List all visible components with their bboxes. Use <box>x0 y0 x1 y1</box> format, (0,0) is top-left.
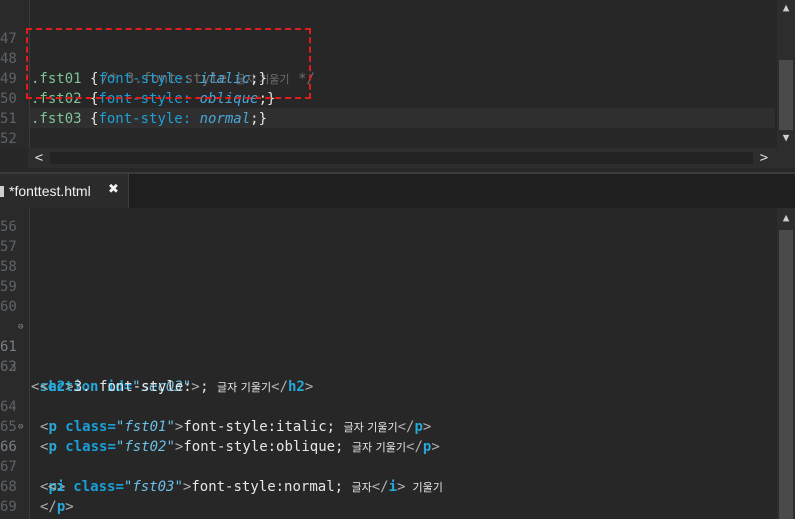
scroll-down-arrow-icon[interactable]: ▼ <box>777 130 795 146</box>
tab-label: *fonttest.html <box>9 183 91 199</box>
gutter-strip <box>0 148 28 172</box>
tag-bracket: </ <box>40 499 57 515</box>
css-value: normal <box>199 111 251 127</box>
brace: ;} <box>258 91 276 107</box>
code-line[interactable]: 64 <p class="fst01">font-style:italic; 글… <box>0 377 775 435</box>
brace: ;} <box>250 111 268 127</box>
code-line[interactable]: 69 </section> <box>0 477 775 515</box>
tag-bracket: > <box>65 499 74 515</box>
tab-fonttest-html[interactable]: *fonttest.html ✖ <box>0 174 129 208</box>
vertical-scrollbar[interactable]: ▲ ▼ <box>777 0 795 148</box>
line-number: 58 <box>0 259 17 275</box>
line-number: 59 <box>0 279 17 295</box>
code-line[interactable]: 52 <box>0 109 34 147</box>
scroll-right-arrow-icon[interactable]: > <box>755 148 773 168</box>
code-line[interactable]: 62 <h2>3. font-style: ; 글자 기울기</h2> <box>0 337 775 395</box>
scroll-left-arrow-icon[interactable]: < <box>30 148 48 168</box>
line-number: 57 <box>0 239 17 255</box>
scrollbar-thumb[interactable] <box>779 60 793 130</box>
horizontal-scrollbar-thumb[interactable] <box>50 152 753 164</box>
code-line[interactable]: 50 .fst03 {font-style: normal;} <box>0 69 775 127</box>
css-property: font-style: <box>98 91 192 107</box>
code-line[interactable]: 49 .fst02 {font-style: oblique;} <box>0 49 775 107</box>
line-number: 69 <box>0 499 17 515</box>
css-property: font-style: <box>98 111 192 127</box>
code-line[interactable]: 67 <i class="fst03">font-style:normal; 글… <box>0 437 775 495</box>
code-line[interactable]: 66 ⊖ <p> <box>0 417 775 495</box>
brace: { <box>81 91 99 107</box>
close-icon[interactable]: ✖ <box>108 182 119 197</box>
horizontal-scrollbar[interactable]: < > <box>28 148 775 168</box>
code-line[interactable]: 47 /* 3.font-style 글자 기울기 */ <box>0 9 775 87</box>
code-line[interactable]: 51 <box>0 89 34 127</box>
code-line[interactable]: 68 </p> <box>0 457 775 515</box>
fold-toggle-icon[interactable]: ⊖ <box>18 317 23 337</box>
html-editor-pane[interactable]: 56 57 58 59 60 61 ⊖ <section id="sec03">… <box>0 208 795 519</box>
code-line[interactable]: 53 <box>0 129 34 148</box>
scrollbar-thumb[interactable] <box>779 230 793 519</box>
file-icon <box>0 186 4 197</box>
code-line[interactable]: 48 .fst01 {font-style: italic;} <box>0 29 775 87</box>
line-number: 63 <box>0 359 17 375</box>
css-selector: .fst02 <box>31 91 82 107</box>
css-selector: .fst03 <box>31 111 82 127</box>
scrollbar-corner <box>775 148 795 168</box>
brace: { <box>81 111 99 127</box>
fold-toggle-icon[interactable]: ⊖ <box>18 417 23 437</box>
vertical-scrollbar[interactable]: ▲ <box>777 208 795 519</box>
code-line[interactable]: 65 <p class="fst02">font-style:oblique; … <box>0 397 775 455</box>
line-number: 56 <box>0 219 17 235</box>
css-value: oblique <box>199 91 259 107</box>
scroll-up-arrow-icon[interactable]: ▲ <box>777 210 795 226</box>
editor-tab-bar: *fonttest.html ✖ <box>0 172 795 210</box>
css-editor-pane[interactable]: 47 /* 3.font-style 글자 기울기 */ 48 .fst01 {… <box>0 0 795 148</box>
scroll-up-arrow-icon[interactable]: ▲ <box>777 0 795 16</box>
line-number: 60 <box>0 299 17 315</box>
code-line[interactable]: 61 ⊖ <section id="sec03"> <box>0 317 775 395</box>
